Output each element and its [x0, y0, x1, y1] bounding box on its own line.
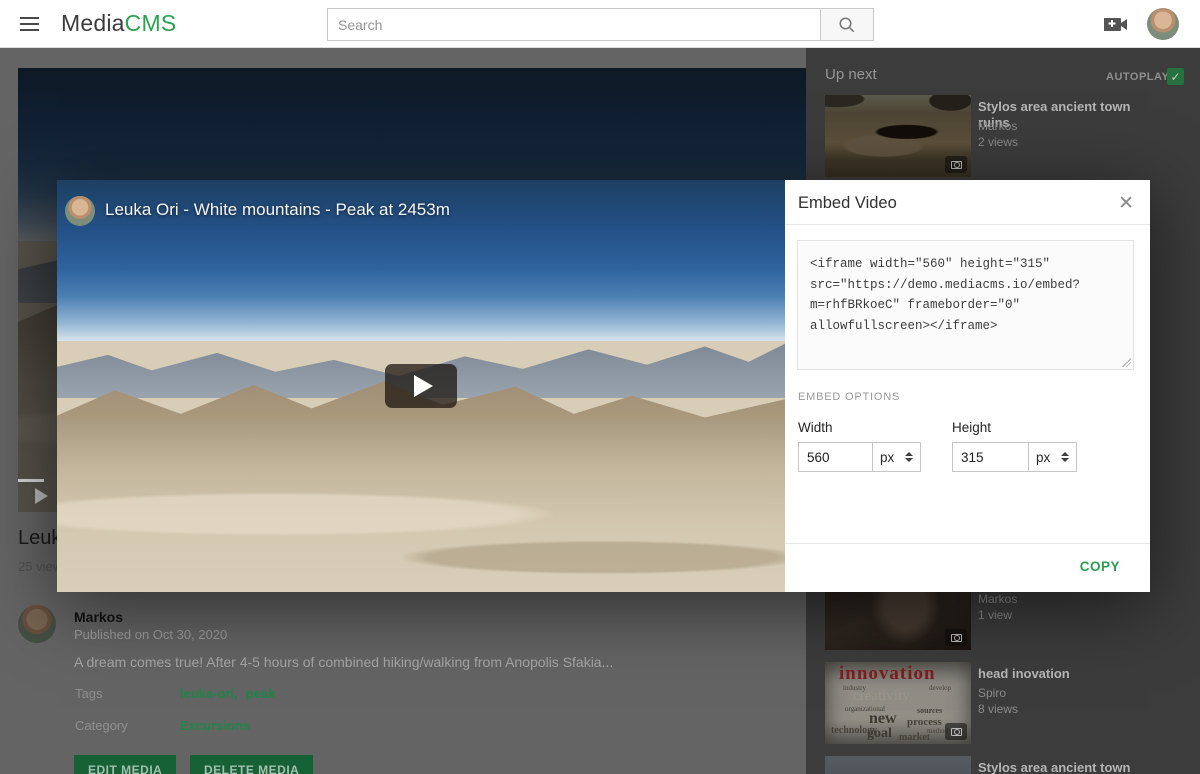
- width-unit-select[interactable]: px: [872, 442, 921, 472]
- autoplay-checkbox[interactable]: ✓: [1167, 68, 1184, 85]
- height-label: Height: [952, 420, 991, 435]
- height-unit-select[interactable]: px: [1028, 442, 1077, 472]
- play-button[interactable]: [385, 364, 457, 408]
- dialog-title: Embed Video: [798, 194, 897, 213]
- divider: [785, 224, 1150, 225]
- camera-icon: [951, 728, 962, 736]
- logo-media: Media: [61, 10, 125, 36]
- embed-code-line: m=rhfBRkoeC" frameborder="0": [810, 295, 1121, 316]
- related-video-item[interactable]: innovation industry develop creativity o…: [825, 662, 1200, 744]
- tags-label: Tags: [75, 686, 102, 701]
- related-views: 2 views: [978, 135, 1018, 149]
- published-date: Published on Oct 30, 2020: [74, 627, 227, 642]
- related-thumbnail[interactable]: [825, 95, 971, 177]
- related-views: 8 views: [978, 702, 1018, 716]
- logo-cms: CMS: [125, 10, 177, 36]
- uploader-avatar[interactable]: [65, 196, 95, 226]
- logo[interactable]: MediaCMS: [61, 10, 176, 37]
- delete-media-button[interactable]: DELETE MEDIA: [190, 755, 313, 774]
- related-author: Spiro: [978, 686, 1006, 700]
- embed-dialog: Embed Video ✕ <iframe width="560" height…: [785, 180, 1150, 592]
- related-video-item[interactable]: Stylos area ancient town ruins Markos 2 …: [825, 95, 1200, 177]
- category-label: Category: [75, 718, 128, 733]
- wordcloud-word: market: [899, 732, 930, 743]
- unit-value: px: [880, 450, 894, 465]
- embed-options-label: EMBED OPTIONS: [798, 391, 900, 403]
- camera-icon: [951, 634, 962, 642]
- search-button[interactable]: [821, 8, 874, 41]
- unit-value: px: [1036, 450, 1050, 465]
- related-author: Markos: [978, 119, 1017, 133]
- height-input[interactable]: [952, 442, 1029, 472]
- media-type-badge: [945, 723, 967, 740]
- tag-link-peak[interactable]: peak: [246, 686, 276, 701]
- close-icon[interactable]: ✕: [1118, 192, 1134, 215]
- related-video-item[interactable]: Stylos area ancient town ruins: [825, 756, 1200, 774]
- tags-links: leuka-ori, peak: [180, 686, 283, 701]
- embed-code-line: <iframe width="560" height="315": [810, 254, 1121, 275]
- divider: [785, 543, 1150, 544]
- stepper-arrows-icon: [1061, 452, 1069, 462]
- copy-button[interactable]: COPY: [1080, 559, 1120, 574]
- author-avatar[interactable]: [18, 605, 56, 643]
- related-author: Markos: [978, 592, 1017, 606]
- embed-code-line: allowfullscreen></iframe>: [810, 316, 1121, 337]
- related-title[interactable]: head inovation: [978, 666, 1153, 682]
- stepper-arrows-icon: [905, 452, 913, 462]
- wordcloud-word: develop: [929, 684, 951, 692]
- play-icon: [414, 375, 433, 397]
- resize-handle-icon[interactable]: [1122, 358, 1131, 367]
- media-type-badge: [945, 629, 967, 646]
- search-input[interactable]: [327, 8, 821, 41]
- edit-media-button[interactable]: EDIT MEDIA: [74, 755, 176, 774]
- wordcloud-word: innovation: [839, 663, 936, 685]
- tag-link-leuka-ori[interactable]: leuka-ori,: [180, 686, 238, 701]
- wordcloud-word: creativity: [853, 688, 910, 705]
- embed-video-preview[interactable]: Leuka Ori - White mountains - Peak at 24…: [57, 180, 785, 592]
- embed-player-title[interactable]: Leuka Ori - White mountains - Peak at 24…: [105, 200, 450, 220]
- related-views: 1 view: [978, 608, 1012, 622]
- author-name[interactable]: Markos: [74, 609, 123, 625]
- media-type-badge: [945, 156, 967, 173]
- user-avatar[interactable]: [1147, 8, 1179, 40]
- check-icon: ✓: [1170, 70, 1180, 84]
- wordcloud-word: goal: [867, 726, 892, 742]
- autoplay-label: AUTOPLAY: [1106, 71, 1169, 83]
- camera-icon: [951, 161, 962, 169]
- embed-code-line: src="https://demo.mediacms.io/embed?: [810, 275, 1121, 296]
- media-description: A dream comes true! After 4-5 hours of c…: [74, 654, 613, 670]
- magnifier-icon: [838, 16, 856, 34]
- embed-code-textarea[interactable]: <iframe width="560" height="315" src="ht…: [797, 240, 1134, 370]
- category-link-excursions[interactable]: Excursions: [180, 718, 250, 733]
- related-thumbnail[interactable]: [825, 756, 971, 774]
- related-thumbnail[interactable]: innovation industry develop creativity o…: [825, 662, 971, 744]
- up-next-heading: Up next: [825, 66, 877, 83]
- player-play-icon[interactable]: [35, 488, 48, 504]
- embed-popup: Leuka Ori - White mountains - Peak at 24…: [57, 180, 1150, 592]
- width-input[interactable]: [798, 442, 873, 472]
- related-title[interactable]: Stylos area ancient town ruins: [978, 760, 1153, 774]
- search-bar: [327, 8, 874, 41]
- top-navbar: MediaCMS: [0, 0, 1200, 48]
- menu-icon[interactable]: [20, 17, 39, 31]
- upload-video-icon[interactable]: [1104, 16, 1128, 33]
- wordcloud-word: sources: [917, 706, 942, 715]
- width-label: Width: [798, 420, 833, 435]
- video-progress-bar[interactable]: [18, 479, 44, 482]
- category-links: Excursions: [180, 718, 258, 733]
